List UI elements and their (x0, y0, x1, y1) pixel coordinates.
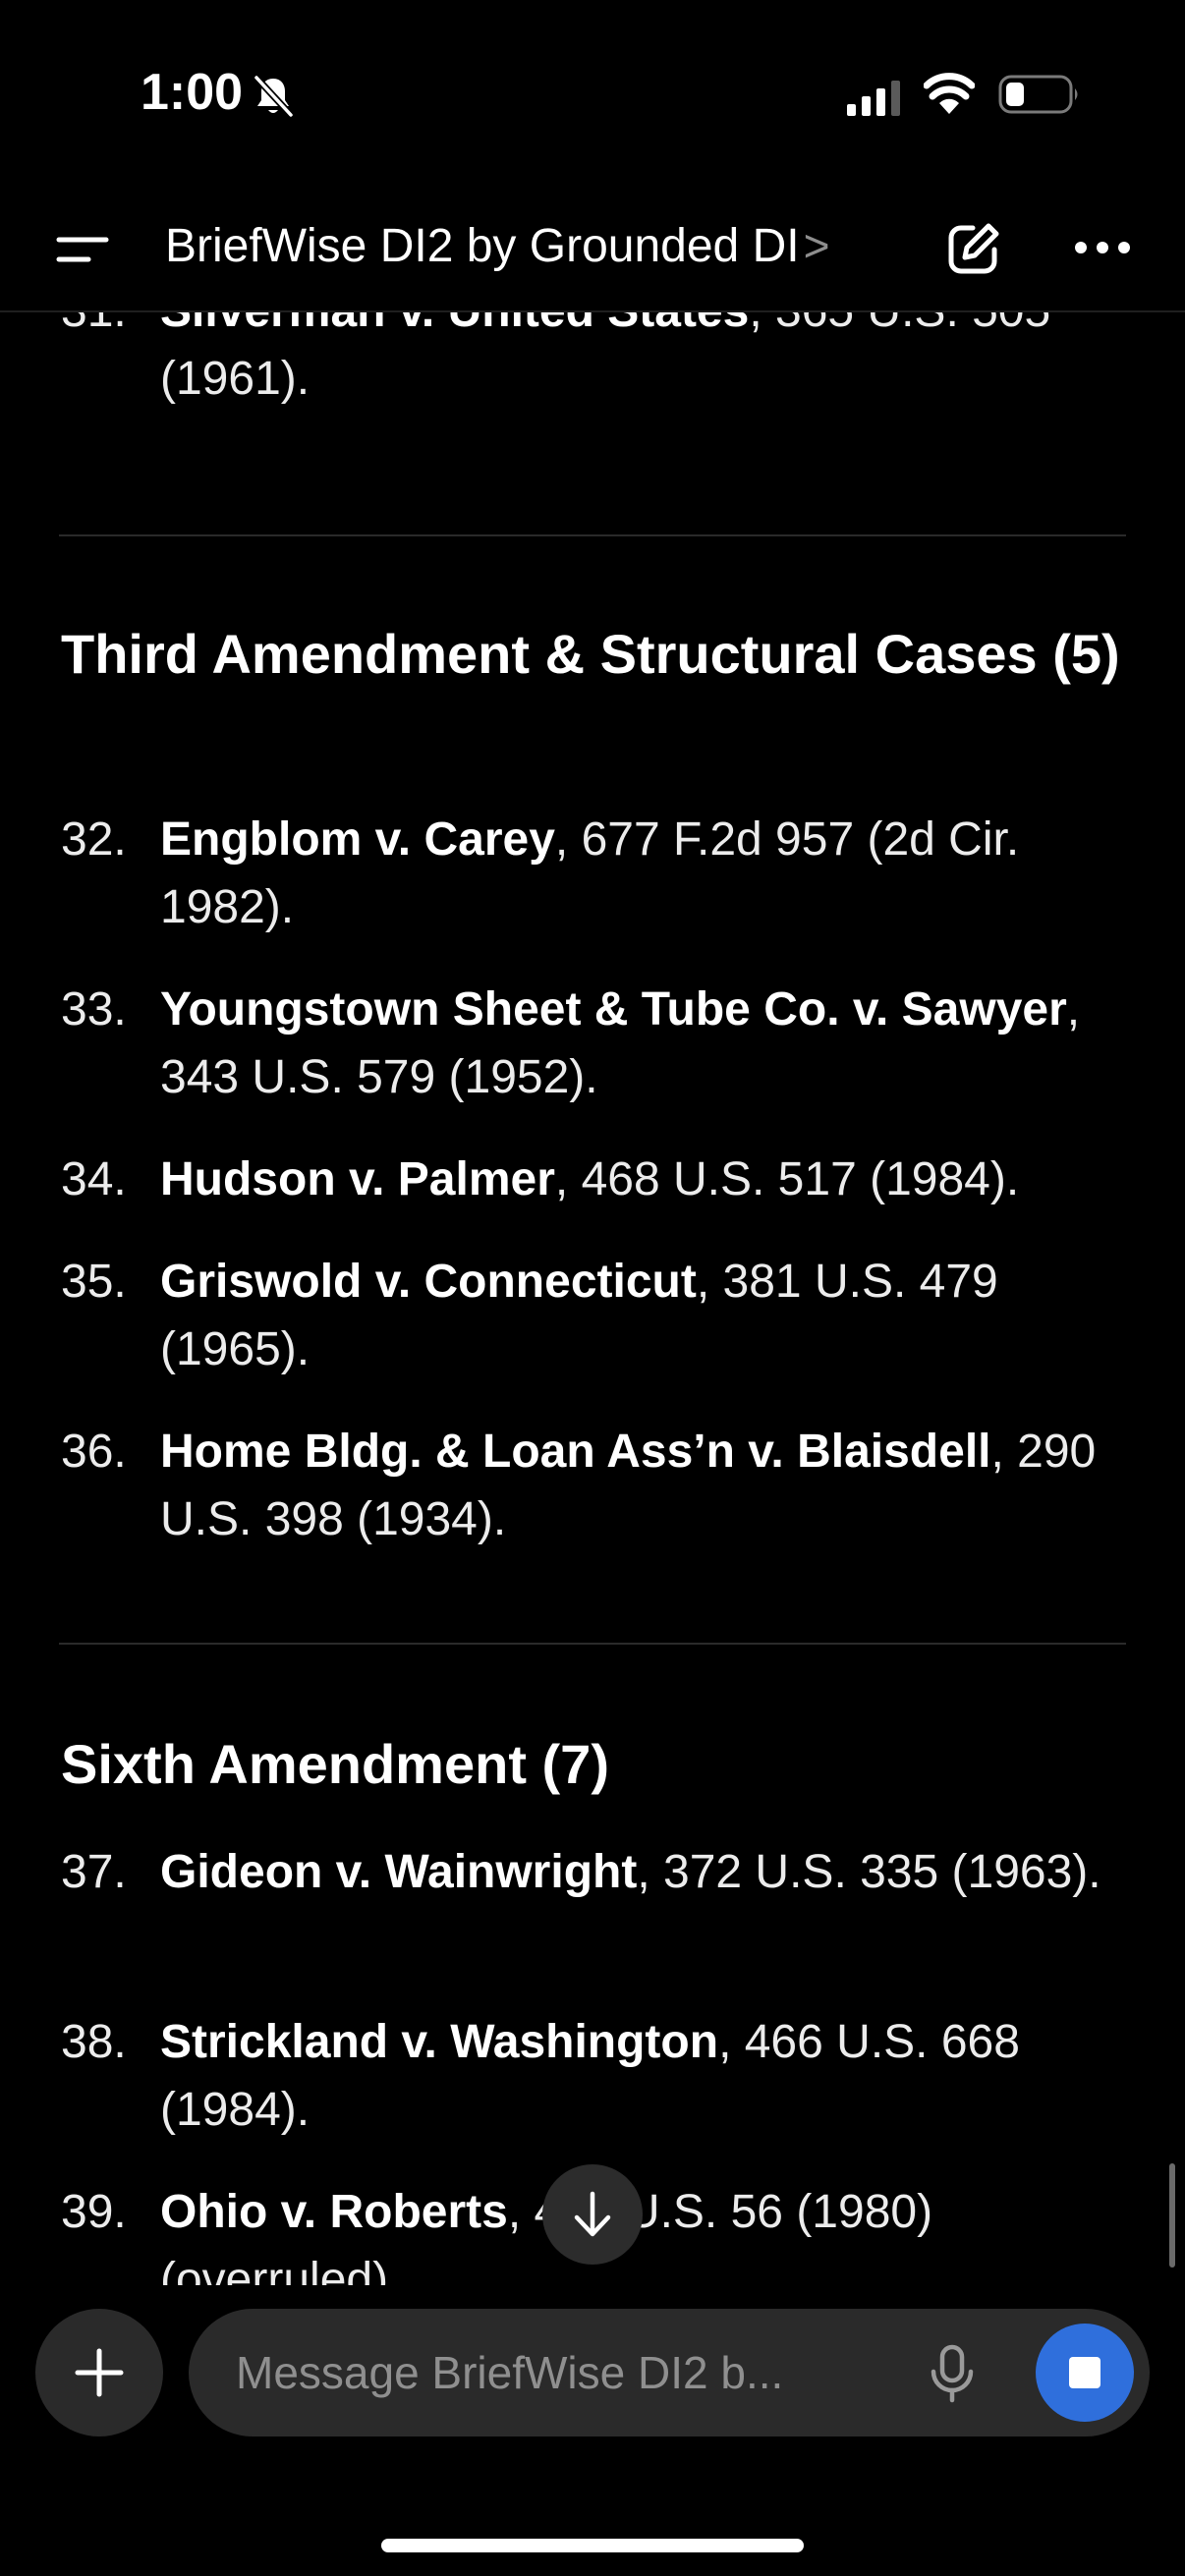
list-number: 37. (61, 1846, 127, 1898)
list-body: Strickland v. Washington, 466 U.S. 668 (… (160, 2008, 1133, 2144)
case-name: Home Bldg. & Loan Ass’n v. Blaisdell (160, 1426, 991, 1478)
list-body: Gideon v. Wainwright, 372 U.S. 335 (1963… (160, 1838, 1133, 1906)
arrow-down-icon (574, 2191, 611, 2237)
message-input[interactable] (236, 2309, 904, 2436)
battery-icon (998, 75, 1078, 114)
case-name: Youngstown Sheet & Tube Co. v. Sawyer (160, 983, 1067, 1036)
citation-details: , 372 U.S. 335 (1963). (637, 1846, 1101, 1898)
plus-icon (75, 2348, 124, 2397)
chat-title-button[interactable]: BriefWise DI2 by Grounded DI> (165, 219, 829, 273)
chat-content: 31. Silverman v. United States, 365 U.S.… (0, 0, 1185, 2285)
list-number: 39. (61, 2186, 127, 2238)
section-divider (59, 534, 1126, 536)
message-field (189, 2309, 1150, 2436)
section-heading-sixth-amendment: Sixth Amendment (7) (61, 1733, 609, 1795)
home-indicator (381, 2539, 804, 2552)
chat-header: BriefWise DI2 by Grounded DI> (0, 187, 1185, 312)
list-number: 33. (61, 983, 127, 1036)
list-number: 36. (61, 1426, 127, 1478)
list-body: Hudson v. Palmer, 468 U.S. 517 (1984). (160, 1146, 1133, 1213)
edit-icon[interactable] (945, 220, 1002, 277)
section-divider (59, 1643, 1126, 1645)
chevron-right-icon: > (803, 220, 830, 271)
list-body: Youngstown Sheet & Tube Co. v. Sawyer, 3… (160, 976, 1133, 1111)
status-time: 1:00 (141, 64, 244, 121)
section-heading-third-amendment: Third Amendment & Structural Cases (5) (61, 623, 1120, 685)
case-name: Engblom v. Carey (160, 813, 555, 866)
list-number: 38. (61, 2016, 127, 2068)
scroll-indicator[interactable] (1169, 2163, 1175, 2268)
stop-icon (1069, 2357, 1100, 2388)
case-name: Hudson v. Palmer (160, 1153, 555, 1205)
signal-icon (847, 81, 900, 116)
case-name: Gideon v. Wainwright (160, 1846, 638, 1898)
scroll-to-bottom-button[interactable] (542, 2164, 643, 2265)
composer-area (0, 2285, 1185, 2576)
stop-generating-button[interactable] (1036, 2324, 1134, 2422)
bell-slash-icon (254, 75, 294, 118)
case-name: Ohio v. Roberts (160, 2186, 508, 2238)
chat-title: BriefWise DI2 by Grounded DI (165, 220, 800, 272)
list-number: 35. (61, 1256, 127, 1308)
list-number: 32. (61, 813, 127, 866)
citation-details: , 468 U.S. 517 (1984). (554, 1153, 1020, 1205)
list-body: Ohio v. Roberts, 448 U.S. 56 (1980) (ove… (160, 2178, 1133, 2285)
list-number: 34. (61, 1153, 127, 1205)
menu-icon[interactable] (55, 230, 110, 269)
microphone-icon[interactable] (928, 2344, 977, 2403)
case-name: Griswold v. Connecticut (160, 1256, 697, 1308)
add-attachment-button[interactable] (35, 2309, 163, 2436)
status-bar: 1:00 (0, 0, 1185, 187)
case-name: Strickland v. Washington (160, 2016, 719, 2068)
list-body: Home Bldg. & Loan Ass’n v. Blaisdell, 29… (160, 1418, 1133, 1553)
more-icon[interactable] (1073, 238, 1132, 257)
wifi-icon (924, 73, 975, 114)
list-body: Engblom v. Carey, 677 F.2d 957 (2d Cir. … (160, 806, 1133, 941)
list-body: Griswold v. Connecticut, 381 U.S. 479 (1… (160, 1248, 1133, 1383)
